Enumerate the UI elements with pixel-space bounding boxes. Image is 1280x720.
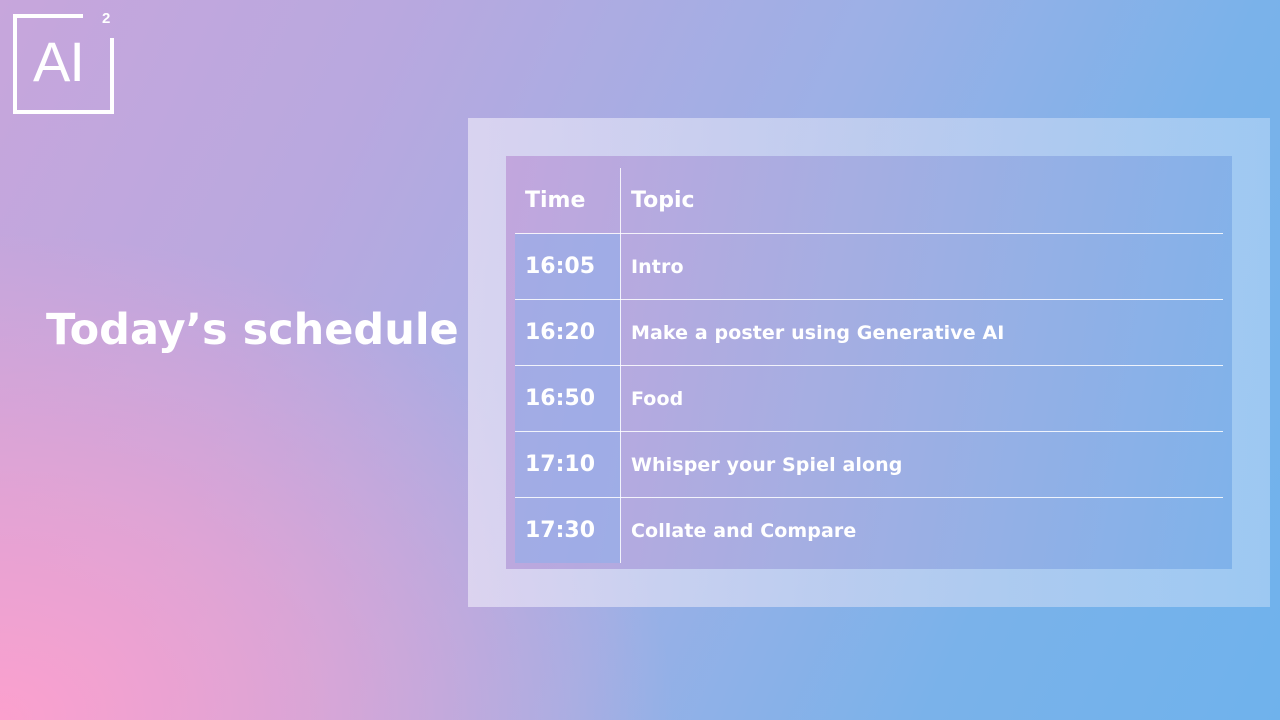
row-time: 16:05	[515, 233, 621, 300]
row-time: 17:10	[515, 431, 621, 498]
row-topic: Food	[620, 365, 1223, 432]
header-topic: Topic	[620, 168, 1223, 234]
row-time: 16:50	[515, 365, 621, 432]
table-row: 17:10 Whisper your Spiel along	[515, 431, 1223, 498]
table-row: 16:50 Food	[515, 365, 1223, 432]
header-time: Time	[515, 168, 621, 234]
table-header-row: Time Topic	[515, 168, 1223, 234]
logo-superscript: 2	[102, 10, 111, 27]
logo: AI 2	[13, 10, 114, 114]
row-time: 17:30	[515, 497, 621, 563]
row-topic: Intro	[620, 233, 1223, 300]
table-row: 17:30 Collate and Compare	[515, 497, 1223, 563]
row-topic: Make a poster using Generative AI	[620, 299, 1223, 366]
schedule-card-inner: Time Topic 16:05 Intro 16:20 Make a post…	[506, 156, 1232, 569]
schedule-card: Time Topic 16:05 Intro 16:20 Make a post…	[468, 118, 1270, 607]
page-title: Today’s schedule	[46, 305, 459, 355]
table-row: 16:05 Intro	[515, 233, 1223, 300]
logo-text: AI	[33, 30, 85, 93]
schedule-table: Time Topic 16:05 Intro 16:20 Make a post…	[515, 168, 1223, 563]
row-time: 16:20	[515, 299, 621, 366]
row-topic: Whisper your Spiel along	[620, 431, 1223, 498]
table-row: 16:20 Make a poster using Generative AI	[515, 299, 1223, 366]
row-topic: Collate and Compare	[631, 519, 857, 542]
